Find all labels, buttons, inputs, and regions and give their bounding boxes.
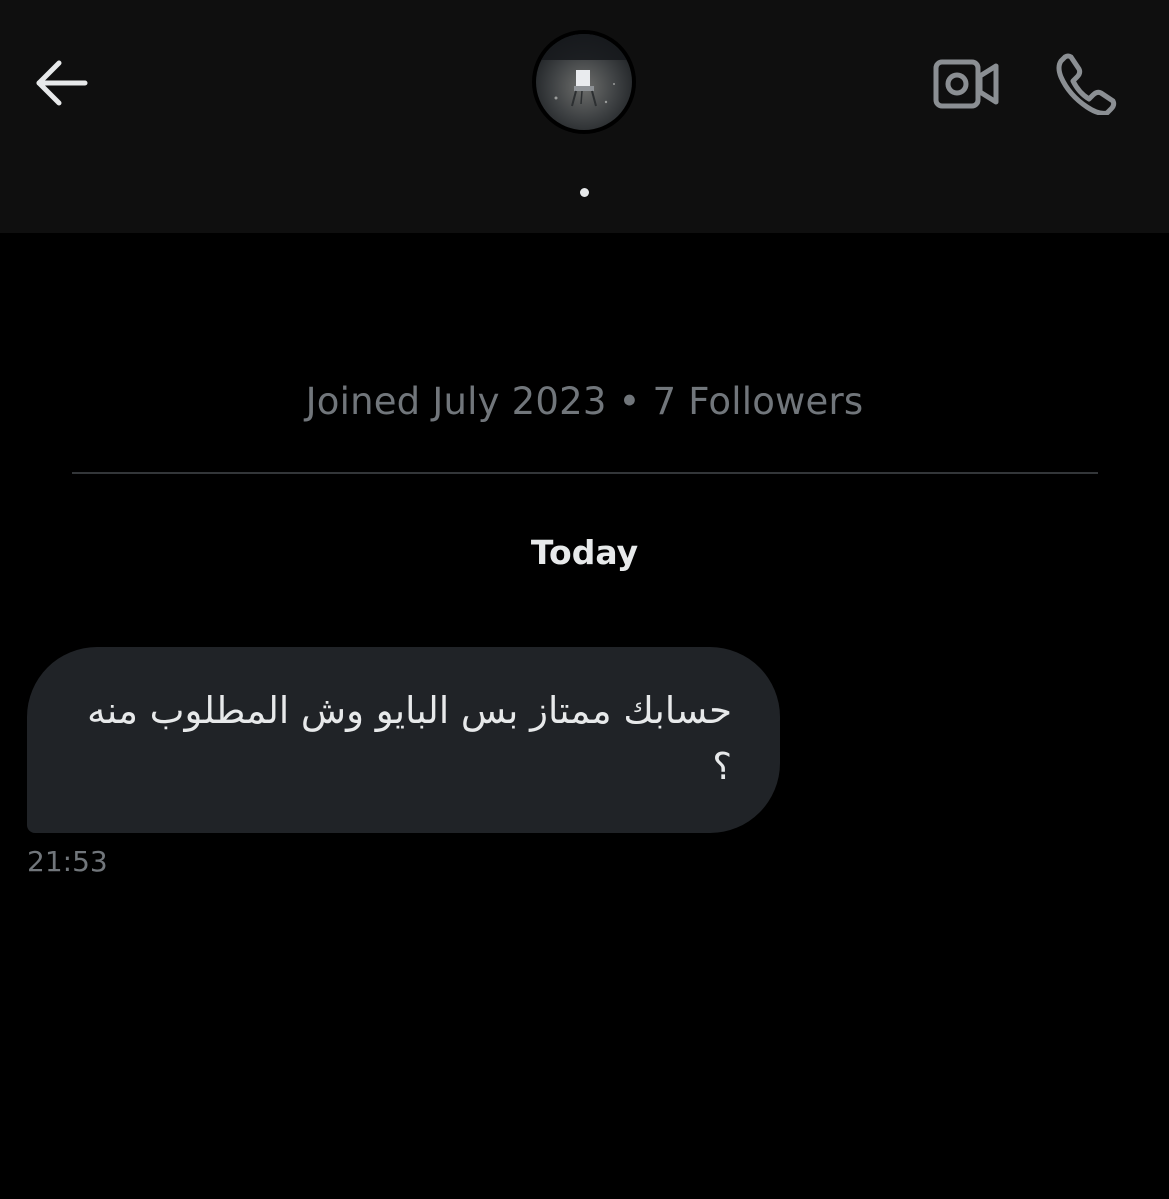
arrow-left-icon — [36, 60, 88, 106]
phone-icon — [1056, 53, 1117, 115]
back-button[interactable] — [18, 40, 104, 126]
chat-header — [0, 0, 1169, 233]
divider — [72, 472, 1098, 474]
avatar[interactable] — [532, 30, 636, 134]
profile-photo — [536, 34, 632, 130]
message-timestamp: 21:53 — [27, 845, 108, 878]
date-separator: Today — [530, 533, 639, 572]
page-indicator-dot — [580, 188, 589, 197]
video-call-button[interactable] — [926, 44, 1006, 124]
voice-call-button[interactable] — [1046, 44, 1126, 124]
profile-join-info: Joined July 2023 • 7 Followers — [305, 380, 864, 423]
received-message-bubble[interactable]: حسابك ممتاز بس البايو وش المطلوب منه ؟ — [27, 647, 780, 833]
message-text: حسابك ممتاز بس البايو وش المطلوب منه ؟ — [87, 689, 732, 788]
video-camera-icon — [933, 59, 999, 109]
